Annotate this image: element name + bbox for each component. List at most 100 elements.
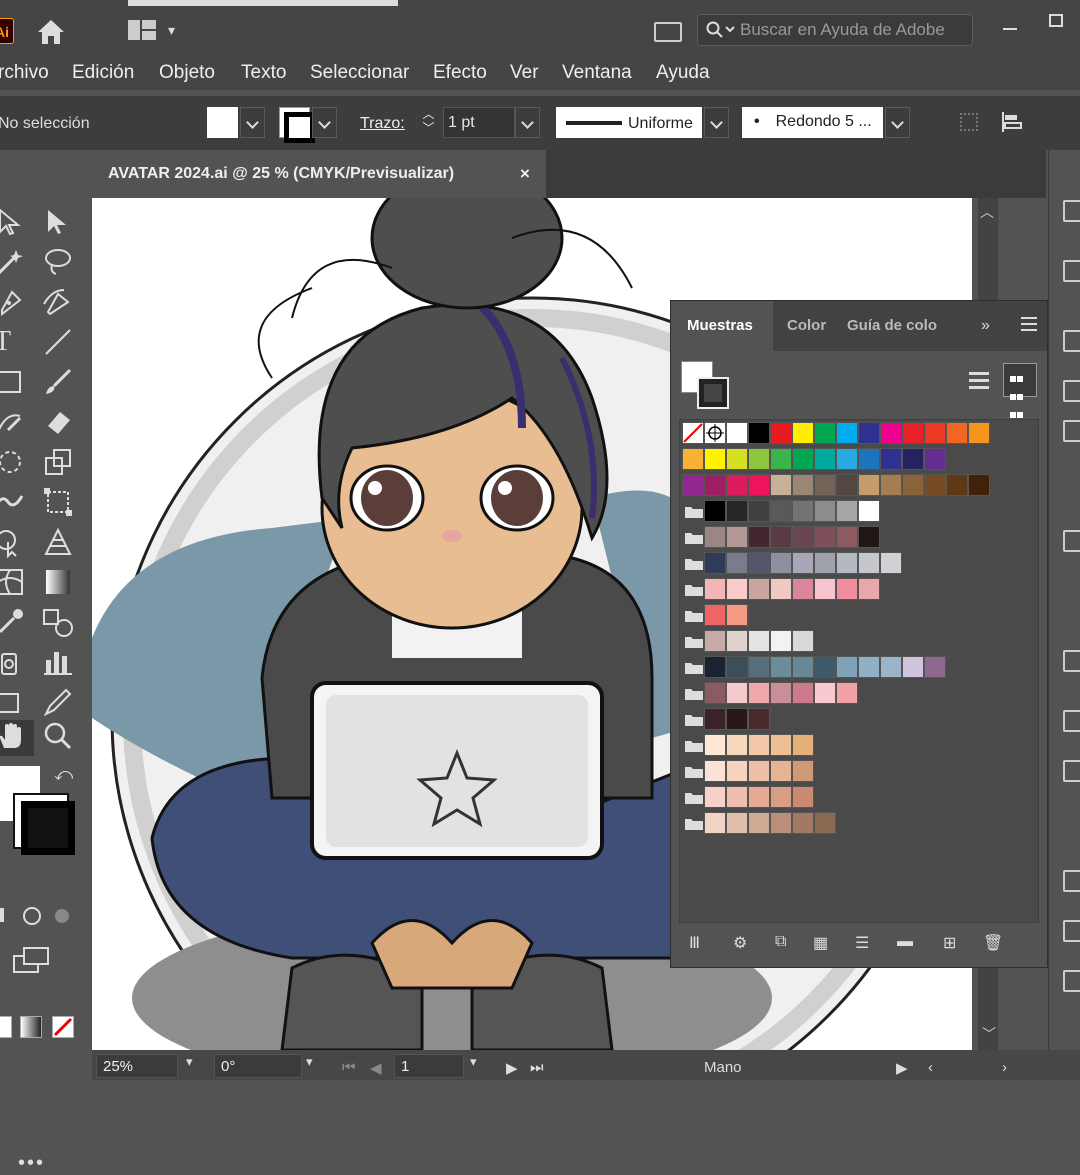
color-swatch[interactable] — [836, 656, 858, 678]
zoom-dropdown-icon[interactable]: ▾ — [186, 1054, 193, 1070]
folder-icon[interactable] — [684, 556, 704, 571]
color-swatch[interactable] — [792, 786, 814, 808]
fill-mode-gradient[interactable] — [20, 1016, 42, 1038]
color-swatch[interactable] — [792, 552, 814, 574]
rectangle-tool-icon[interactable] — [0, 366, 26, 398]
swatch-options-icon[interactable]: ⧉ — [775, 933, 795, 953]
color-swatch[interactable] — [704, 812, 726, 834]
color-swatch[interactable] — [748, 786, 770, 808]
type-tool-icon[interactable]: T — [0, 326, 26, 358]
color-swatch[interactable] — [748, 578, 770, 600]
fill-dropdown[interactable] — [240, 107, 265, 138]
properties-icon[interactable] — [1063, 200, 1080, 222]
brush-definition[interactable]: • Redondo 5 ... — [742, 107, 883, 138]
color-swatch[interactable] — [748, 708, 770, 730]
color-swatch[interactable] — [968, 422, 990, 444]
color-swatch[interactable] — [814, 656, 836, 678]
links-icon[interactable] — [1063, 380, 1080, 402]
help-search-input[interactable]: Buscar en Ayuda de Adobe — [697, 14, 973, 46]
brushes-icon[interactable] — [1063, 530, 1080, 552]
slice-tool-icon[interactable] — [42, 686, 74, 718]
color-swatch[interactable] — [704, 448, 726, 470]
color-swatch[interactable] — [968, 474, 990, 496]
color-swatch[interactable] — [726, 630, 748, 652]
align-panel-icon[interactable] — [1063, 710, 1080, 732]
show-kinds-icon[interactable]: ⚙ — [733, 933, 753, 953]
maximize-button[interactable] — [1049, 14, 1063, 27]
document-tab[interactable]: AVATAR 2024.ai @ 25 % (CMYK/Previsualiza… — [92, 150, 546, 198]
color-swatch[interactable] — [748, 682, 770, 704]
swatch-registration[interactable] — [704, 422, 726, 444]
color-swatch[interactable] — [726, 500, 748, 522]
paintbrush-tool-icon[interactable] — [42, 366, 74, 398]
chevron-up-icon[interactable]: ︿ — [980, 202, 994, 222]
color-swatch[interactable] — [792, 630, 814, 652]
color-swatch[interactable] — [770, 526, 792, 548]
color-swatch[interactable] — [858, 552, 880, 574]
stroke-swatch[interactable] — [279, 107, 315, 143]
workspace-layout-icon[interactable] — [128, 20, 158, 40]
color-swatch[interactable] — [770, 786, 792, 808]
color-swatch[interactable] — [880, 422, 902, 444]
variable-width-profile[interactable]: Uniforme — [556, 107, 702, 138]
menu-texto[interactable]: Texto — [241, 62, 286, 84]
menu-seleccionar[interactable]: Seleccionar — [310, 62, 409, 84]
color-swatch[interactable] — [726, 526, 748, 548]
stroke-weight-field[interactable]: 1 pt — [443, 107, 515, 138]
color-swatch[interactable] — [946, 422, 968, 444]
color-swatch[interactable] — [836, 500, 858, 522]
color-swatch[interactable] — [792, 760, 814, 782]
selection-tool-icon[interactable] — [0, 206, 26, 238]
paragraph-icon[interactable] — [1063, 920, 1080, 942]
color-swatch[interactable] — [836, 578, 858, 600]
color-swatch[interactable] — [814, 682, 836, 704]
color-swatch[interactable] — [726, 760, 748, 782]
color-swatch[interactable] — [924, 448, 946, 470]
color-swatch[interactable] — [704, 578, 726, 600]
grid-view-icon[interactable] — [1003, 363, 1037, 454]
color-swatch[interactable] — [726, 422, 748, 444]
swatch-libraries-icon[interactable]: Ⅲ — [689, 933, 709, 953]
opentype-icon[interactable] — [1063, 970, 1080, 992]
stroke-label[interactable]: Trazo: — [360, 115, 405, 133]
swap-fill-stroke-icon[interactable]: ⤺ — [54, 764, 73, 785]
color-swatch[interactable] — [726, 448, 748, 470]
list-view-icon[interactable] — [963, 365, 995, 397]
color-swatch[interactable] — [792, 500, 814, 522]
fill-swatch[interactable] — [207, 107, 238, 138]
color-swatch[interactable] — [704, 656, 726, 678]
color-swatch[interactable] — [748, 812, 770, 834]
color-swatch[interactable] — [792, 682, 814, 704]
zoom-field[interactable]: 25% — [96, 1054, 178, 1078]
color-swatch[interactable] — [792, 656, 814, 678]
color-swatch[interactable] — [902, 448, 924, 470]
character-icon[interactable] — [1063, 870, 1080, 892]
color-swatch[interactable] — [836, 682, 858, 704]
color-swatch[interactable] — [726, 786, 748, 808]
color-swatch[interactable] — [704, 552, 726, 574]
stroke-weight-dropdown[interactable] — [515, 107, 540, 138]
color-swatch[interactable] — [748, 552, 770, 574]
last-artboard-icon[interactable]: ⏭ — [530, 1059, 544, 1076]
color-swatch[interactable] — [858, 578, 880, 600]
menu-archivo[interactable]: rchivo — [0, 62, 49, 84]
color-swatch[interactable] — [858, 526, 880, 548]
color-swatch[interactable] — [792, 812, 814, 834]
menu-objeto[interactable]: Objeto — [159, 62, 215, 84]
folder-icon[interactable] — [684, 764, 704, 779]
color-swatch[interactable] — [770, 448, 792, 470]
color-swatch[interactable] — [792, 578, 814, 600]
fill-mode-none[interactable] — [52, 1016, 74, 1038]
color-swatch[interactable] — [924, 474, 946, 496]
color-swatch[interactable] — [770, 500, 792, 522]
color-swatch[interactable] — [814, 552, 836, 574]
color-swatch[interactable] — [902, 474, 924, 496]
hscroll-right-icon[interactable]: › — [1002, 1059, 1007, 1076]
grid-icon[interactable] — [960, 113, 978, 131]
rotation-dropdown-icon[interactable]: ▾ — [306, 1054, 313, 1070]
shaper-tool-icon[interactable] — [0, 406, 26, 438]
stroke-color-box[interactable] — [13, 793, 75, 855]
chevron-down-icon[interactable]: ▾ — [168, 22, 175, 39]
color-swatch[interactable] — [836, 448, 858, 470]
color-swatch[interactable] — [814, 422, 836, 444]
